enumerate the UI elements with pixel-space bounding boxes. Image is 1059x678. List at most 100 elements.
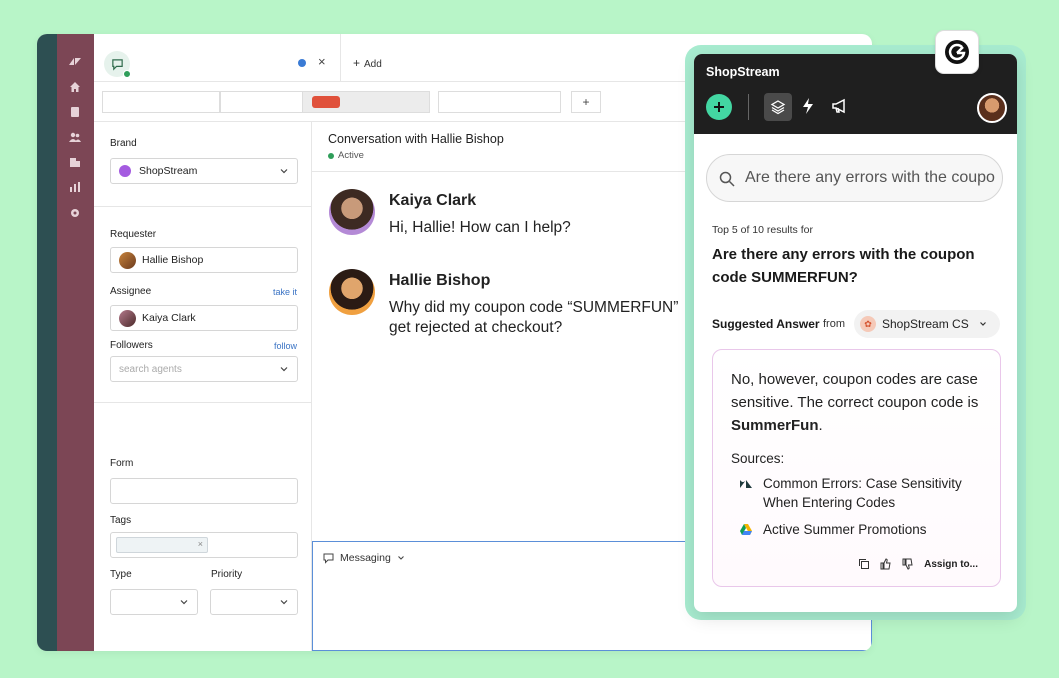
source-title-line: Common Errors: Case Sensitivity: [763, 476, 962, 491]
close-tab-icon[interactable]: ×: [318, 54, 326, 69]
thumbs-up-icon[interactable]: [880, 558, 892, 570]
layers-icon: [770, 100, 786, 115]
suggested-answer-label: Suggested Answer: [712, 317, 820, 331]
brand-value: ShopStream: [139, 165, 198, 177]
zendesk-logo-icon[interactable]: [68, 54, 82, 68]
assistant-search-box[interactable]: [706, 154, 1003, 202]
settings-gear-icon[interactable]: [68, 206, 82, 220]
guru-logo-icon: [945, 40, 969, 64]
assistant-extension-logo[interactable]: [935, 30, 979, 74]
ticket-properties-panel: Brand ShopStream Requester Hallie Bishop…: [94, 122, 312, 651]
chevron-down-icon: [280, 600, 288, 605]
toolbar-segment-2[interactable]: [220, 91, 303, 113]
assignee-field[interactable]: Kaiya Clark: [110, 305, 298, 331]
knowledge-assistant-panel: ShopStream Top 5 of 10 results for Are t…: [694, 54, 1017, 612]
plus-icon: +: [353, 56, 361, 70]
requester-field[interactable]: Hallie Bishop: [110, 247, 298, 273]
answer-highlight: SummerFun: [731, 417, 819, 434]
new-search-button[interactable]: [706, 94, 732, 120]
answer-source-name: ShopStream CS: [882, 317, 969, 331]
source-title: Common Errors: Case Sensitivity When Ent…: [763, 474, 962, 512]
requester-value: Hallie Bishop: [142, 254, 204, 266]
follow-link[interactable]: follow: [274, 341, 297, 351]
assistant-app-name: ShopStream: [706, 65, 780, 79]
chat-bubble-icon[interactable]: [104, 51, 131, 78]
source-title: Active Summer Promotions: [763, 522, 927, 537]
search-icon: [719, 171, 735, 187]
followers-label: Followers: [110, 340, 153, 351]
home-icon[interactable]: [68, 80, 82, 94]
conversation-status: Active: [328, 150, 364, 161]
divider: [94, 402, 312, 403]
user-avatar[interactable]: [977, 93, 1007, 123]
take-it-link[interactable]: take it: [273, 287, 297, 297]
tags-label: Tags: [110, 515, 132, 526]
copy-icon[interactable]: [858, 558, 870, 570]
requester-avatar: [119, 251, 136, 269]
message-text: Hi, Hallie! How can I help?: [389, 219, 571, 236]
message-line: Why did my coupon code “SUMMERFUN”: [389, 299, 679, 316]
answer-actions: Assign to...: [858, 558, 978, 570]
toolbar-add-button[interactable]: +: [571, 91, 601, 113]
suggested-answer-card: No, however, coupon codes are case sensi…: [712, 349, 1001, 587]
type-select[interactable]: [110, 589, 198, 615]
agent-avatar: [329, 189, 375, 235]
shopstream-logo-icon: ✿: [860, 316, 876, 332]
tags-field[interactable]: ×: [110, 532, 298, 558]
answer-text-end: .: [818, 417, 823, 434]
assignee-value: Kaiya Clark: [142, 312, 196, 324]
brand-select[interactable]: ShopStream: [110, 158, 298, 184]
from-label: from: [823, 318, 845, 330]
result-question: Are there any errors with the coupon cod…: [712, 246, 975, 286]
answer-text: No, however, coupon codes are case sensi…: [731, 368, 991, 437]
lightning-bolt-icon[interactable]: [801, 97, 815, 120]
assistant-search-input[interactable]: [745, 155, 995, 201]
chat-icon: [323, 553, 334, 564]
priority-label: Priority: [211, 569, 243, 580]
nav-rail: [57, 34, 94, 651]
results-meta: Top 5 of 10 results for: [712, 224, 813, 236]
followers-search-field[interactable]: search agents: [110, 356, 298, 382]
active-status-dot: [328, 152, 334, 159]
channel-label: Messaging: [340, 552, 391, 564]
tab-separator: [340, 34, 341, 82]
views-icon[interactable]: [68, 105, 82, 119]
knowledge-layers-button[interactable]: [764, 93, 792, 121]
toolbar-segment-4[interactable]: [438, 91, 561, 113]
chevron-down-icon: [397, 556, 404, 560]
chevron-down-icon: [979, 322, 986, 326]
unread-dot: [298, 59, 306, 67]
add-tab-button[interactable]: + Add: [353, 56, 382, 70]
toolbar-segment-1[interactable]: [102, 91, 220, 113]
assignee-label: Assignee: [110, 286, 152, 297]
rail-edge: [37, 34, 57, 651]
divider: [94, 206, 312, 207]
answer-source-selector[interactable]: ✿ ShopStream CS: [854, 310, 1000, 338]
plus-icon: [714, 102, 724, 112]
channel-selector[interactable]: Messaging: [323, 552, 405, 564]
megaphone-icon[interactable]: [831, 97, 849, 120]
sources-label: Sources:: [731, 451, 785, 466]
type-label: Type: [110, 569, 132, 580]
message-author: Hallie Bishop: [389, 272, 491, 289]
customers-icon[interactable]: [68, 130, 82, 144]
assign-to-button[interactable]: Assign to...: [924, 559, 978, 570]
organizations-icon[interactable]: [68, 155, 82, 169]
requester-label: Requester: [110, 229, 157, 240]
form-select[interactable]: [110, 478, 298, 504]
status-pill: [312, 96, 340, 108]
chevron-down-icon: [280, 169, 288, 174]
status-text: Active: [338, 150, 364, 161]
message-text: Why did my coupon code “SUMMERFUN” get r…: [389, 298, 678, 338]
reporting-icon[interactable]: [68, 180, 82, 194]
chevron-down-icon: [180, 600, 188, 605]
message-author: Kaiya Clark: [389, 192, 477, 209]
header-separator: [748, 94, 749, 120]
thumbs-down-icon[interactable]: [902, 558, 914, 570]
message-line: get rejected at checkout?: [389, 319, 563, 336]
conversation-title: Conversation with Hallie Bishop: [328, 132, 504, 146]
chevron-down-icon: [280, 367, 288, 372]
tag-remove-icon[interactable]: ×: [198, 539, 203, 549]
tag-chip[interactable]: ×: [116, 537, 208, 553]
priority-select[interactable]: [210, 589, 298, 615]
